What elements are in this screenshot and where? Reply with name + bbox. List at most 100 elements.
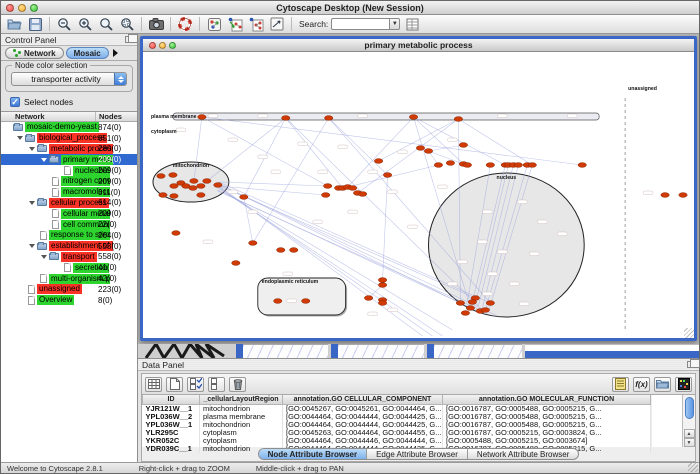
node-label-chip[interactable]	[517, 200, 527, 204]
network-node[interactable]	[486, 301, 494, 306]
table-cell[interactable]: [GO:0016787, GO:0005215, GO:0003824, G..…	[443, 429, 651, 437]
network-canvas[interactable]: plasma membranecytoplasmmitochondrionnuc…	[143, 52, 694, 338]
network-node[interactable]	[189, 186, 197, 191]
table-cell[interactable]: YPL036W__1	[143, 421, 200, 429]
network-node[interactable]	[190, 179, 198, 184]
tree-row[interactable]: cellular metabol209(0)	[1, 208, 137, 219]
network-node[interactable]	[170, 194, 178, 199]
table-cell[interactable]: mitochondrion	[200, 421, 283, 429]
network-node[interactable]	[203, 179, 211, 184]
network-edge[interactable]	[348, 165, 439, 187]
network-edge[interactable]	[220, 182, 328, 186]
node-label-chip[interactable]	[509, 282, 519, 286]
node-label-chip[interactable]	[447, 138, 457, 142]
tree-row[interactable]: response to stimulu264(0)	[1, 230, 137, 241]
network-node[interactable]	[378, 283, 386, 288]
node-label-chip[interactable]	[437, 185, 447, 189]
import-network-icon[interactable]	[226, 16, 244, 32]
node-label-chip[interactable]	[283, 272, 293, 276]
attribute-matrix-icon[interactable]	[675, 377, 692, 392]
network-frame[interactable]: primary metabolic process plasma membran…	[140, 36, 697, 341]
tree-row[interactable]: macromolecule311(0)	[1, 187, 137, 198]
import-network-url-icon[interactable]	[247, 16, 265, 32]
network-node[interactable]	[514, 163, 522, 168]
node-label-chip[interactable]	[497, 250, 507, 254]
network-edge[interactable]	[286, 118, 343, 188]
network-node[interactable]	[282, 116, 290, 121]
attribute-list-icon[interactable]	[612, 377, 629, 392]
network-node[interactable]	[486, 163, 494, 168]
node-label-chip[interactable]	[447, 282, 457, 286]
node-label-chip[interactable]	[358, 114, 368, 118]
network-edge[interactable]	[383, 175, 388, 280]
search-input[interactable]	[331, 18, 389, 30]
table-row[interactable]: YJR121W__1mitochondrion[GO:0045267, GO:0…	[143, 404, 651, 413]
node-label-chip[interactable]	[318, 170, 328, 174]
network-node[interactable]	[198, 115, 206, 120]
network-edge[interactable]	[458, 119, 532, 165]
network-node[interactable]	[409, 115, 417, 120]
background-window-fragment[interactable]	[434, 344, 522, 358]
tree-row[interactable]: metabolic process280(0)	[1, 144, 137, 155]
node-label-chip[interactable]	[482, 210, 492, 214]
expand-arrow-icon[interactable]	[29, 147, 35, 151]
table-cell[interactable]: YPL036W__2	[143, 413, 200, 421]
attribute-browser-icon[interactable]	[403, 16, 421, 32]
network-edge[interactable]	[428, 151, 463, 164]
node-label-chip[interactable]	[477, 240, 487, 244]
attribute-table[interactable]: ID_cellularLayoutRegionannotation.GO CEL…	[142, 395, 651, 453]
select-attributes-icon[interactable]	[187, 377, 204, 392]
node-label-chip[interactable]	[519, 302, 529, 306]
tab-mosaic[interactable]: Mosaic	[66, 47, 109, 59]
network-frame-titlebar[interactable]: primary metabolic process	[143, 39, 694, 52]
help-lifesaver-icon[interactable]	[176, 16, 194, 32]
network-node[interactable]	[277, 248, 285, 253]
scroll-down-icon[interactable]: ▼	[684, 438, 695, 447]
node-label-chip[interactable]	[248, 210, 258, 214]
node-label-chip[interactable]	[287, 299, 297, 303]
network-node[interactable]	[364, 296, 372, 301]
node-label-chip[interactable]	[457, 260, 467, 264]
table-cell[interactable]: YKR052C	[143, 437, 200, 445]
browser-tab-network[interactable]: Network Attribute Browser	[467, 449, 578, 459]
node-label-chip[interactable]	[298, 142, 308, 146]
node-label-chip[interactable]	[313, 220, 323, 224]
network-node[interactable]	[528, 163, 536, 168]
network-node[interactable]	[240, 195, 248, 200]
node-label-chip[interactable]	[557, 232, 567, 236]
zoom-in-icon[interactable]	[76, 16, 94, 32]
node-label-chip[interactable]	[208, 114, 218, 118]
tree-row[interactable]: transport558(0)	[1, 252, 137, 263]
zoom-selected-icon[interactable]	[118, 16, 136, 32]
background-window-edge[interactable]	[331, 344, 338, 358]
network-edge[interactable]	[244, 197, 253, 243]
expand-arrow-icon[interactable]	[41, 255, 47, 259]
node-label-chip[interactable]	[368, 170, 378, 174]
network-node[interactable]	[661, 193, 669, 198]
network-node[interactable]	[274, 299, 282, 304]
node-label-chip[interactable]	[271, 170, 281, 174]
table-column-header[interactable]: ID	[143, 395, 200, 404]
unselect-attributes-icon[interactable]	[208, 377, 225, 392]
table-cell[interactable]: [GO:0044464, GO:0044446, GO:0044444, G..…	[283, 437, 443, 445]
network-node[interactable]	[456, 301, 464, 306]
select-nodes-checkbox[interactable]: ✓	[10, 97, 20, 107]
network-node[interactable]	[679, 193, 687, 198]
table-cell[interactable]: [GO:0005488, GO:0005215, GO:0003674]	[443, 437, 651, 445]
float-data-panel-icon[interactable]	[687, 361, 695, 368]
window-resize-grip[interactable]	[688, 463, 698, 472]
network-edge[interactable]	[379, 119, 459, 161]
zoom-out-icon[interactable]	[55, 16, 73, 32]
network-node[interactable]	[214, 183, 222, 188]
network-node[interactable]	[463, 163, 471, 168]
node-label-chip[interactable]	[348, 210, 358, 214]
network-node[interactable]	[197, 184, 205, 189]
network-node[interactable]	[169, 173, 177, 178]
delete-attribute-icon[interactable]	[229, 377, 246, 392]
network-node[interactable]	[481, 308, 489, 313]
table-grid-icon[interactable]	[145, 377, 162, 392]
expand-arrow-icon[interactable]	[17, 136, 23, 140]
background-window-edge[interactable]	[427, 344, 434, 358]
tab-overflow-arrow-icon[interactable]	[113, 49, 118, 57]
node-label-chip[interactable]	[537, 220, 547, 224]
